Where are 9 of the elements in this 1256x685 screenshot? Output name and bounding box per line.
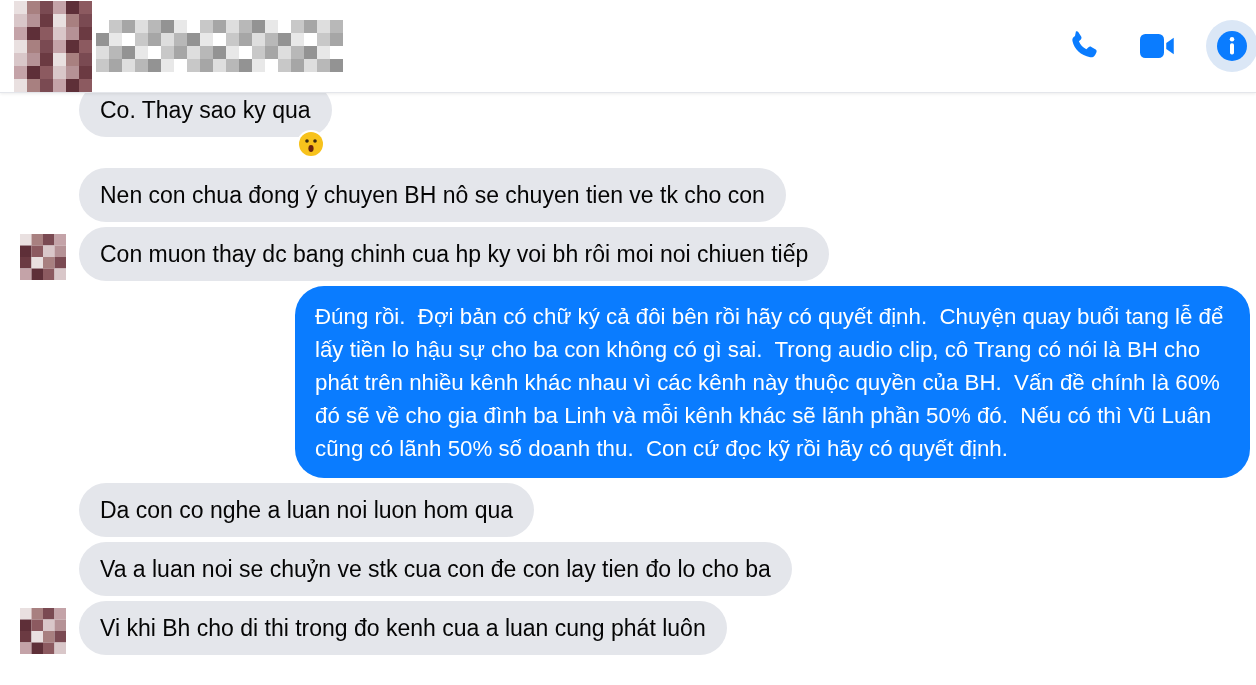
message-bubble: Đúng rồi. Đợi bản có chữ ký cả đôi bên rồi hãy có quyết định. Chuyện quay buổi tang lễ để lấy tiền lo hậu sự cho ba con không có gì sai. Trong audio clip, cô Trang có nói là BH cho phát trên nhiều kênh khác nhau vì các kênh này thuộc quyền của BH. Vấn đề chính là 60% đó sẽ về cho gia đình ba Linh và mỗi kênh khác sẽ lãnh phần 50% đó. Nếu có thì Vũ Luân cũng có lãnh 50% số doanh thu. Con cứ đọc kỹ rồi hãy có quyết định. bbox=[295, 286, 1250, 478]
message-bubble: Co. Thay sao ky qua bbox=[79, 93, 332, 137]
message-bubble: Con muon thay dc bang chinh cua hp ky voi bh rôi moi noi chiuen tiếp bbox=[79, 227, 830, 281]
message-bubble: Nen con chua đong ý chuyen BH nô se chuyen tien ve tk cho con bbox=[79, 168, 786, 222]
action-button[interactable] bbox=[1206, 20, 1256, 72]
message-bubble: Da con co nghe a luan noi luon hom qua bbox=[79, 483, 535, 537]
info-icon[interactable] bbox=[1217, 31, 1247, 61]
message-bubble: Va a luan noi se chuỷn ve stk cua con đe con lay tien đo lo cho ba bbox=[79, 542, 792, 596]
message-bubble: Vi khi Bh cho di thi trong đo kenh cua a luan cung phát luôn bbox=[79, 601, 727, 655]
